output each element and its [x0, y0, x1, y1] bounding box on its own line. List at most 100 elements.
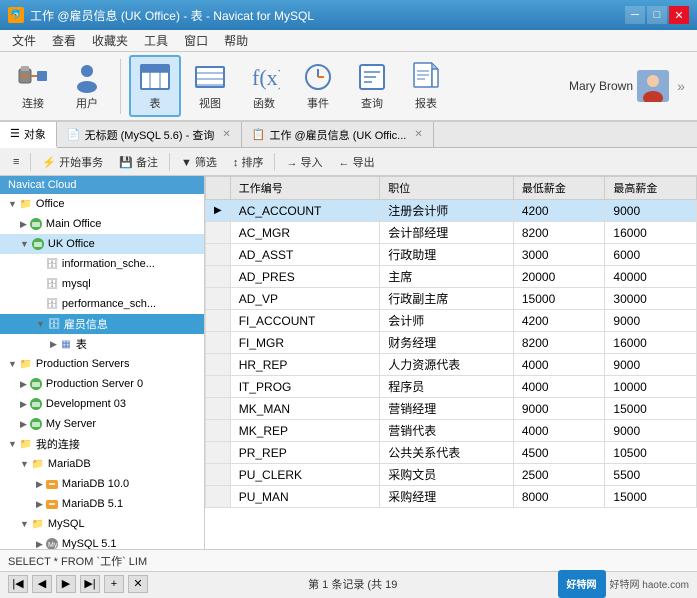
svg-text:My: My [48, 542, 58, 549]
table-cell: 人力资源代表 [380, 354, 514, 376]
table-row[interactable]: MK_MAN营销经理900015000 [206, 398, 697, 420]
menu-favorites[interactable]: 收藏夹 [84, 30, 136, 51]
tree-employee-info-label: 雇员信息 [64, 316, 108, 332]
table-row[interactable]: AD_PRES主席2000040000 [206, 266, 697, 288]
table-cell: 财务经理 [380, 332, 514, 354]
minimize-button[interactable]: ─ [625, 6, 645, 24]
tree-dev-03[interactable]: ▶ Development 03 [0, 394, 204, 414]
tree-mysql[interactable]: ▶ 🗄 mysql [0, 274, 204, 294]
begin-transaction-btn[interactable]: ⚡ 开始事务 [35, 151, 110, 173]
table-cell: 9000 [513, 398, 605, 420]
tree-my-connections[interactable]: ▼ 📁 我的连接 [0, 434, 204, 454]
sort-btn[interactable]: ↕ 排序 [226, 151, 271, 173]
tree-main-office[interactable]: ▶ Main Office [0, 214, 204, 234]
menu-window[interactable]: 窗口 [176, 30, 216, 51]
table-row[interactable]: MK_REP营销代表40009000 [206, 420, 697, 442]
sidebar-title: Navicat Cloud [8, 179, 76, 191]
toolbar-user[interactable]: 用户 [62, 56, 112, 116]
tab-objects[interactable]: ☰ 对象 [0, 122, 57, 148]
toolbar-view[interactable]: 视图 [185, 56, 235, 116]
my-server-arrow: ▶ [20, 419, 27, 430]
menu-file[interactable]: 文件 [4, 30, 44, 51]
tree-prod-servers-label: Production Servers [36, 358, 130, 370]
row-marker [206, 354, 231, 376]
tree-perf-schema[interactable]: ▶ 🗄 performance_sch... [0, 294, 204, 314]
table-row[interactable]: AD_VP行政副主席1500030000 [206, 288, 697, 310]
col-min-salary[interactable]: 最低薪金 [513, 177, 605, 200]
table-cell: MK_MAN [230, 398, 380, 420]
expand-icon[interactable]: » [673, 70, 689, 102]
toolbar-event[interactable]: 事件 [293, 56, 343, 116]
tab-table-close[interactable]: ✕ [414, 129, 422, 140]
close-button[interactable]: ✕ [669, 6, 689, 24]
export-btn[interactable]: ← 导出 [332, 151, 382, 173]
tab-query[interactable]: 📄 无标题 (MySQL 5.6) - 查询 ✕ [57, 122, 242, 148]
tree-my-server[interactable]: ▶ My Server [0, 414, 204, 434]
table-row[interactable]: AD_ASST行政助理30006000 [206, 244, 697, 266]
status-right: 好特网 好特网 haote.com [558, 570, 689, 598]
table-row[interactable]: PU_CLERK采购文员25005500 [206, 464, 697, 486]
tree-mysql-group[interactable]: ▼ 📁 MySQL [0, 514, 204, 534]
table-row[interactable]: PR_REP公共关系代表450010500 [206, 442, 697, 464]
maximize-button[interactable]: □ [647, 6, 667, 24]
tab-objects-label: 对象 [24, 126, 46, 142]
toolbar-connect[interactable]: 连接 [8, 56, 58, 116]
table-row[interactable]: HR_REP人力资源代表40009000 [206, 354, 697, 376]
nav-prev[interactable]: ◀ [32, 575, 52, 593]
tree-uk-office[interactable]: ▼ UK Office [0, 234, 204, 254]
table-cell: 20000 [513, 266, 605, 288]
tree-info-schema-label: information_sche... [62, 258, 155, 270]
title-bar: 🐬 工作 @雇员信息 (UK Office) - 表 - Navicat for… [0, 0, 697, 30]
col-job-title[interactable]: 职位 [380, 177, 514, 200]
toolbar-report[interactable]: 报表 [401, 56, 451, 116]
tree-mysql-51[interactable]: ▶ My MySQL 5.1 [0, 534, 204, 549]
tree-production-servers[interactable]: ▼ 📁 Production Servers [0, 354, 204, 374]
tree-tables-folder[interactable]: ▶ ▦ 表 [0, 334, 204, 354]
toolbar-table[interactable]: 表 [129, 55, 181, 117]
uk-office-icon [31, 237, 45, 251]
table-row[interactable]: PU_MAN采购经理800015000 [206, 486, 697, 508]
toolbar-table-label: 表 [150, 95, 161, 111]
menu-tools[interactable]: 工具 [136, 30, 176, 51]
row-marker [206, 288, 231, 310]
nav-last[interactable]: ▶| [80, 575, 100, 593]
table-row[interactable]: FI_MGR财务经理820016000 [206, 332, 697, 354]
tree-employee-info[interactable]: ▼ 🗄 雇员信息 [0, 314, 204, 334]
tree-mariadb-100[interactable]: ▶ MariaDB 10.0 [0, 474, 204, 494]
tab-query-close[interactable]: ✕ [222, 129, 230, 140]
col-job-id[interactable]: 工作编号 [230, 177, 380, 200]
tree-prod-server-0[interactable]: ▶ Production Server 0 [0, 374, 204, 394]
backup-btn[interactable]: 💾 备注 [112, 151, 165, 173]
menu-help[interactable]: 帮助 [216, 30, 256, 51]
filter-btn[interactable]: ▼ 筛选 [174, 151, 224, 173]
tree-mariadb-51[interactable]: ▶ MariaDB 5.1 [0, 494, 204, 514]
nav-first[interactable]: |◀ [8, 575, 28, 593]
menu-btn[interactable]: ≡ [6, 153, 26, 171]
table-row[interactable]: AC_MGR会计部经理820016000 [206, 222, 697, 244]
nav-next[interactable]: ▶ [56, 575, 76, 593]
table-row[interactable]: IT_PROG程序员400010000 [206, 376, 697, 398]
tree-office[interactable]: ▼ 📁 Office [0, 194, 204, 214]
col-max-salary[interactable]: 最高薪金 [605, 177, 697, 200]
table-cell: 采购文员 [380, 464, 514, 486]
row-marker [206, 486, 231, 508]
office-folder-icon: 📁 [19, 197, 33, 211]
row-marker [206, 332, 231, 354]
mysql-icon: 🗄 [45, 277, 59, 291]
table-row[interactable]: FI_ACCOUNT会计师42009000 [206, 310, 697, 332]
toolbar-func[interactable]: f(x) 函数 [239, 56, 289, 116]
nav-delete[interactable]: ✕ [128, 575, 148, 593]
toolbar-view-label: 视图 [199, 95, 221, 111]
row-marker [206, 222, 231, 244]
toolbar-query[interactable]: 查询 [347, 56, 397, 116]
table-row[interactable]: ▶AC_ACCOUNT注册会计师42009000 [206, 200, 697, 222]
tree-info-schema[interactable]: ▶ 🗄 information_sche... [0, 254, 204, 274]
nav-add[interactable]: + [104, 575, 124, 593]
tree-mariadb[interactable]: ▼ 📁 MariaDB [0, 454, 204, 474]
import-btn[interactable]: → 导入 [279, 151, 329, 173]
table-cell: 40000 [605, 266, 697, 288]
tab-table[interactable]: 📋 工作 @雇员信息 (UK Offic... ✕ [242, 122, 434, 148]
table-cell: 程序员 [380, 376, 514, 398]
menu-view[interactable]: 查看 [44, 30, 84, 51]
tree-prod-server-0-label: Production Server 0 [46, 378, 143, 390]
